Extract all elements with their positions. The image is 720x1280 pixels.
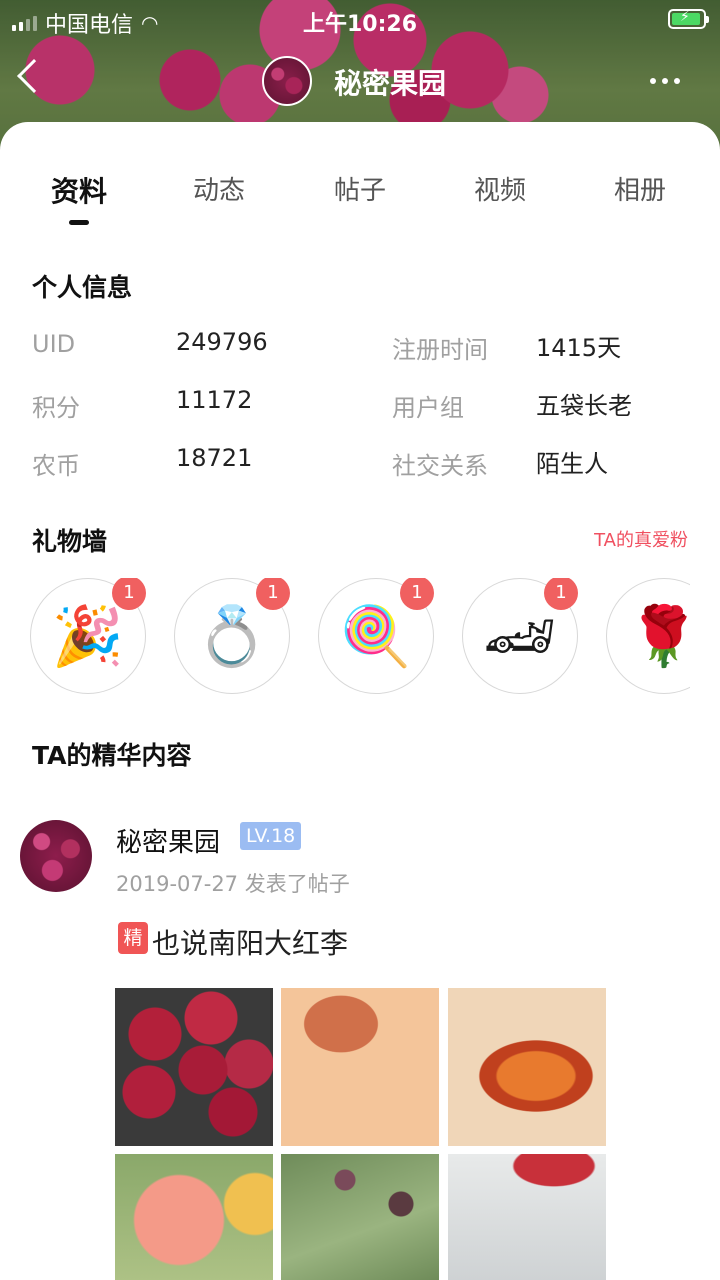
post-meta: 2019-07-27 发表了帖子 [116,872,350,896]
back-icon[interactable] [17,59,51,93]
true-fans-link[interactable]: TA的真爱粉 [594,526,688,552]
post-image[interactable] [115,988,273,1146]
profile-card: 资料 动态 帖子 视频 相册 个人信息 UID 249796 注册时间 1415… [0,122,720,1280]
gift-count-badge: 1 [544,578,578,610]
rose-icon: 🌹 [627,601,690,670]
post-author-name[interactable]: 秘密果园 [116,822,220,859]
gift-count-badge: 1 [400,578,434,610]
gift-item-rose[interactable]: 🌹 [606,578,690,694]
info-value-relationship: 陌生人 [536,450,608,478]
info-value-uid: 249796 [176,328,268,356]
sports-car-icon: 🏎 [483,601,557,670]
nav-avatar[interactable] [262,56,312,106]
post-image[interactable] [448,1154,606,1280]
nav-title: 秘密果园 [334,67,447,100]
personal-info-title: 个人信息 [32,273,133,302]
essence-title: TA的精华内容 [32,741,192,770]
status-time: 上午10:26 [302,12,418,37]
post-image[interactable] [281,1154,439,1280]
gift-count-badge: 1 [112,578,146,610]
info-label-relationship: 社交关系 [392,452,488,480]
battery-icon: ⚡ [668,9,709,29]
info-value-points: 11172 [176,386,253,414]
tab-albums[interactable]: 相册 [580,170,700,207]
post-image[interactable] [448,988,606,1146]
post-title[interactable]: 也说南阳大红李 [152,922,348,962]
tab-videos[interactable]: 视频 [440,170,560,207]
tab-posts[interactable]: 帖子 [300,170,420,207]
info-value-coins: 18721 [176,444,253,472]
post-author-avatar[interactable] [20,820,92,892]
info-value-user-group: 五袋长老 [536,392,632,420]
party-popper-icon: 🎉 [51,601,125,670]
tab-profile[interactable]: 资料 [19,170,139,210]
info-label-register-time: 注册时间 [392,336,488,364]
more-icon[interactable] [650,78,680,84]
diamond-ring-icon: 💍 [195,601,269,670]
info-value-register-time: 1415天 [536,334,622,362]
info-label-coins: 农币 [32,452,80,480]
tab-activity[interactable]: 动态 [159,170,279,207]
post-image[interactable] [281,988,439,1146]
info-label-user-group: 用户组 [392,394,464,422]
post-image[interactable] [115,1154,273,1280]
essence-badge: 精 [118,922,148,954]
nav-bar: 秘密果园 [0,40,720,120]
lollipop-icon: 🍭 [339,601,413,670]
info-label-uid: UID [32,330,76,358]
tab-bar: 资料 动态 帖子 视频 相册 [0,170,720,230]
active-tab-indicator [69,220,89,225]
gift-wall: 🎉 1 💍 1 🍭 1 🏎 1 🌹 [30,578,690,698]
gift-wall-title: 礼物墙 [32,527,108,556]
level-badge: LV.18 [240,822,302,850]
gift-count-badge: 1 [256,578,290,610]
status-bar: 中国电信 ◠ 上午10:26 ⚡ [0,0,720,40]
info-label-points: 积分 [32,394,80,422]
